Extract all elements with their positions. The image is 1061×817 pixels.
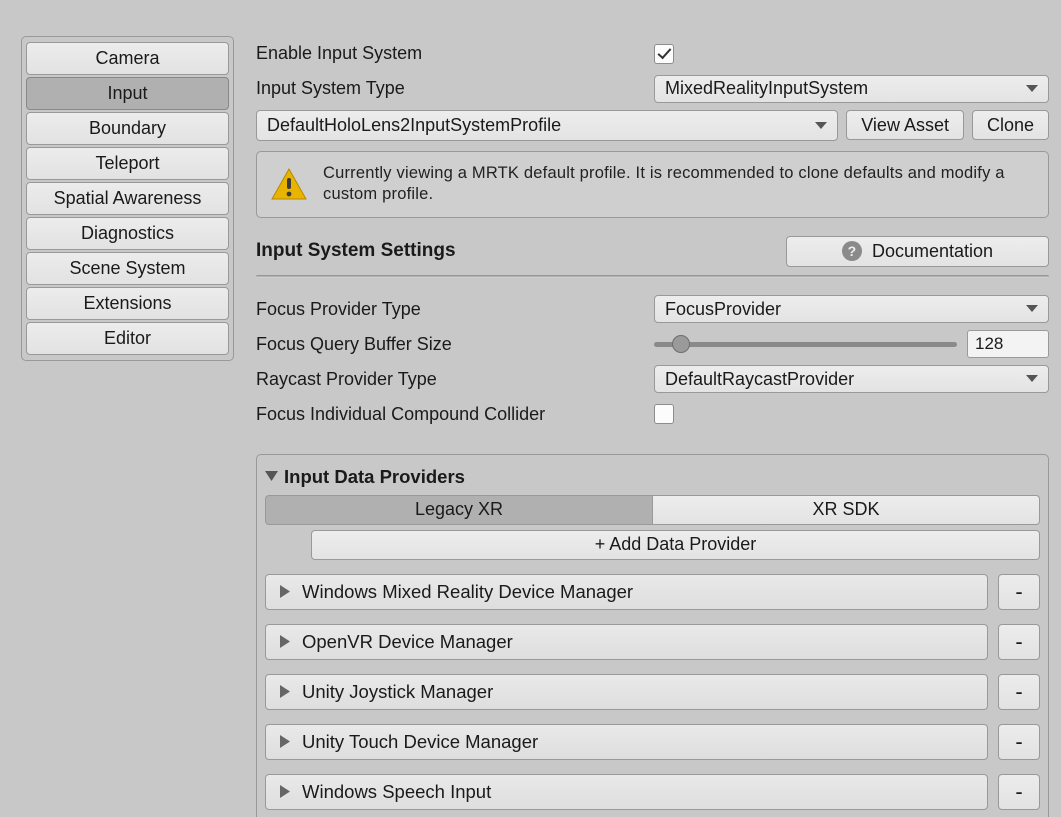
sidebar-tab-camera[interactable]: Camera — [26, 42, 229, 75]
focus-provider-dropdown[interactable]: FocusProvider — [654, 295, 1049, 323]
add-data-provider-button[interactable]: + Add Data Provider — [311, 530, 1040, 560]
providers-foldout-header[interactable]: Input Data Providers — [265, 466, 1040, 488]
remove-provider-button[interactable]: - — [998, 624, 1040, 660]
input-data-providers-panel: Input Data Providers Legacy XR XR SDK + … — [256, 454, 1049, 817]
remove-provider-button[interactable]: - — [998, 574, 1040, 610]
section-title: Input System Settings — [256, 240, 456, 262]
sidebar-item-label: Extensions — [83, 293, 171, 314]
dropdown-value: DefaultRaycastProvider — [665, 369, 854, 390]
sidebar-item-label: Input — [107, 83, 147, 104]
remove-provider-button[interactable]: - — [998, 774, 1040, 810]
sidebar-item-label: Editor — [104, 328, 151, 349]
sidebar-tab-teleport[interactable]: Teleport — [26, 147, 229, 180]
provider-label: Windows Speech Input — [302, 781, 491, 803]
sidebar-item-label: Diagnostics — [81, 223, 174, 244]
raycast-provider-label: Raycast Provider Type — [256, 369, 654, 390]
divider — [256, 275, 1049, 278]
sidebar-tab-spatial-awareness[interactable]: Spatial Awareness — [26, 182, 229, 215]
dropdown-value: DefaultHoloLens2InputSystemProfile — [267, 115, 561, 136]
sidebar-item-label: Camera — [95, 48, 159, 69]
foldout-triangle-right-icon — [280, 581, 290, 603]
provider-label: OpenVR Device Manager — [302, 631, 513, 653]
focus-buffer-label: Focus Query Buffer Size — [256, 334, 654, 355]
clone-button[interactable]: Clone — [972, 110, 1049, 140]
provider-label: Unity Joystick Manager — [302, 681, 493, 703]
tab-legacy-xr[interactable]: Legacy XR — [265, 495, 653, 525]
remove-provider-button[interactable]: - — [998, 674, 1040, 710]
providers-mode-tabs: Legacy XR XR SDK — [265, 495, 1040, 525]
foldout-triangle-right-icon — [280, 781, 290, 803]
provider-label: Windows Mixed Reality Device Manager — [302, 581, 633, 603]
provider-foldout[interactable]: Unity Touch Device Manager — [265, 724, 988, 760]
sidebar-tab-scene-system[interactable]: Scene System — [26, 252, 229, 285]
provider-label: Unity Touch Device Manager — [302, 731, 538, 753]
provider-foldout[interactable]: Windows Mixed Reality Device Manager — [265, 574, 988, 610]
main-panel: Enable Input System Input System Type Mi… — [256, 36, 1049, 817]
input-system-type-label: Input System Type — [256, 78, 654, 99]
foldout-triangle-right-icon — [280, 681, 290, 703]
raycast-provider-dropdown[interactable]: DefaultRaycastProvider — [654, 365, 1049, 393]
sidebar-tab-boundary[interactable]: Boundary — [26, 112, 229, 145]
foldout-triangle-down-icon — [265, 471, 278, 482]
documentation-button[interactable]: ? Documentation — [786, 236, 1049, 267]
provider-foldout[interactable]: Unity Joystick Manager — [265, 674, 988, 710]
panel-title: Input Data Providers — [284, 466, 465, 488]
remove-provider-button[interactable]: - — [998, 724, 1040, 760]
chevron-down-icon — [1026, 375, 1038, 383]
enable-input-system-label: Enable Input System — [256, 43, 654, 64]
focus-buffer-slider[interactable] — [654, 342, 957, 347]
input-system-type-dropdown[interactable]: MixedRealityInputSystem — [654, 75, 1049, 103]
tab-xr-sdk[interactable]: XR SDK — [653, 495, 1040, 525]
profile-dropdown[interactable]: DefaultHoloLens2InputSystemProfile — [256, 110, 838, 141]
sidebar-tab-diagnostics[interactable]: Diagnostics — [26, 217, 229, 250]
focus-provider-label: Focus Provider Type — [256, 299, 654, 320]
foldout-triangle-right-icon — [280, 731, 290, 753]
chevron-down-icon — [1026, 85, 1038, 93]
view-asset-button[interactable]: View Asset — [846, 110, 964, 140]
chevron-down-icon — [815, 122, 827, 130]
warning-icon — [271, 168, 307, 200]
sidebar-tab-extensions[interactable]: Extensions — [26, 287, 229, 320]
foldout-triangle-right-icon — [280, 631, 290, 653]
provider-foldout[interactable]: Windows Speech Input — [265, 774, 988, 810]
slider-thumb[interactable] — [672, 335, 690, 353]
dropdown-value: FocusProvider — [665, 299, 781, 320]
focus-buffer-value-input[interactable]: 128 — [967, 330, 1049, 358]
enable-input-system-checkbox[interactable] — [654, 44, 674, 64]
sidebar-item-label: Scene System — [69, 258, 185, 279]
warning-box: Currently viewing a MRTK default profile… — [256, 151, 1049, 218]
sidebar-tab-editor[interactable]: Editor — [26, 322, 229, 355]
dropdown-value: MixedRealityInputSystem — [665, 78, 868, 99]
category-sidebar: Camera Input Boundary Teleport Spatial A… — [21, 36, 234, 361]
compound-collider-checkbox[interactable] — [654, 404, 674, 424]
sidebar-item-label: Teleport — [95, 153, 159, 174]
sidebar-tab-input[interactable]: Input — [26, 77, 229, 110]
sidebar-item-label: Boundary — [89, 118, 166, 139]
sidebar-item-label: Spatial Awareness — [54, 188, 202, 209]
help-icon: ? — [842, 241, 862, 261]
chevron-down-icon — [1026, 305, 1038, 313]
warning-text: Currently viewing a MRTK default profile… — [323, 163, 1034, 206]
compound-collider-label: Focus Individual Compound Collider — [256, 404, 654, 425]
provider-foldout[interactable]: OpenVR Device Manager — [265, 624, 988, 660]
